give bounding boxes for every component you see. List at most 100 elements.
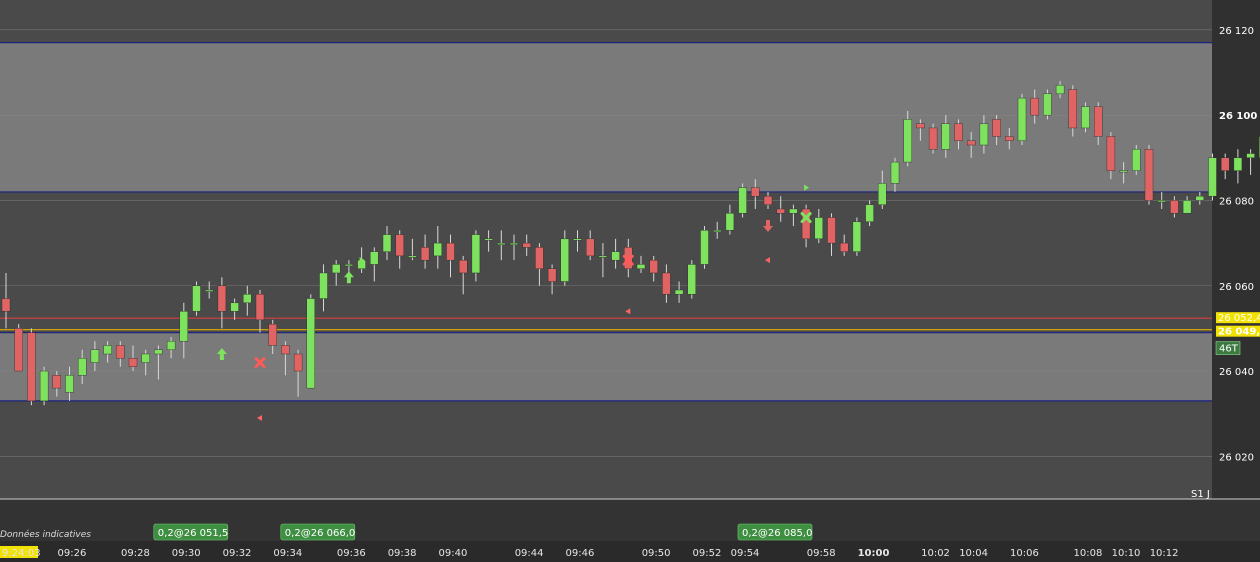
candle-body[interactable] <box>103 345 112 355</box>
candle-body[interactable] <box>116 345 125 359</box>
candle-body[interactable] <box>1043 93 1052 116</box>
candle-body[interactable] <box>751 187 760 197</box>
candle-body[interactable] <box>1068 89 1078 129</box>
candle-body[interactable] <box>890 161 900 184</box>
candle-body[interactable] <box>763 195 773 205</box>
candle-body[interactable] <box>243 294 252 304</box>
candle-body[interactable] <box>1170 200 1179 214</box>
candle-body[interactable] <box>128 358 138 367</box>
candle-body[interactable] <box>230 302 239 312</box>
candle-body[interactable] <box>776 208 785 214</box>
trading-chart[interactable]: 26 020 26 040 26 060 26 080 26 100 26 120 26 0… <box>0 0 1260 562</box>
candle-body[interactable] <box>662 272 671 295</box>
candlestick-chart-svg[interactable]: 26 020 26 040 26 060 26 080 26 100 26 120 26 0… <box>0 0 1260 562</box>
candle-body[interactable] <box>547 268 557 282</box>
candle-body[interactable] <box>497 242 506 245</box>
candle-body[interactable] <box>1233 157 1243 171</box>
candle-body[interactable] <box>1220 157 1230 171</box>
candle-body[interactable] <box>725 213 735 231</box>
candle-body[interactable] <box>967 140 976 146</box>
candle-body[interactable] <box>281 345 290 355</box>
candle-body[interactable] <box>1081 106 1090 129</box>
candle-body[interactable] <box>192 285 201 312</box>
candle-body[interactable] <box>674 289 684 295</box>
candle-body[interactable] <box>1132 149 1141 171</box>
candle-body[interactable] <box>1208 157 1217 197</box>
candle-body[interactable] <box>1055 85 1065 95</box>
x-tick-label: 09:26 <box>58 548 87 559</box>
candle-body[interactable] <box>687 264 696 295</box>
candle-body[interactable] <box>293 353 303 372</box>
candle-body[interactable] <box>27 332 36 402</box>
candle-body[interactable] <box>332 264 341 274</box>
candle-body[interactable] <box>649 259 658 274</box>
candle-body[interactable] <box>370 251 379 265</box>
candle-body[interactable] <box>979 123 989 146</box>
candle-body[interactable] <box>459 259 468 274</box>
x-tick-label: 10:08 <box>1074 548 1103 559</box>
candle-body[interactable] <box>636 264 646 269</box>
candle-body[interactable] <box>852 221 862 252</box>
candle-body[interactable] <box>39 370 49 402</box>
candle-body[interactable] <box>992 119 1001 137</box>
candle-body[interactable] <box>535 247 544 269</box>
candle-body[interactable] <box>865 204 874 222</box>
candle-body[interactable] <box>1 298 11 312</box>
candle-body[interactable] <box>522 242 531 248</box>
candle-body[interactable] <box>560 238 569 282</box>
candle-body[interactable] <box>1157 200 1166 203</box>
candle-body[interactable] <box>166 340 176 350</box>
candle-body[interactable] <box>484 238 493 241</box>
candle-body[interactable] <box>255 294 265 321</box>
candle-body[interactable] <box>1119 170 1128 173</box>
candle-body[interactable] <box>1005 136 1014 141</box>
candle-body[interactable] <box>713 230 722 233</box>
candle-body[interactable] <box>408 255 417 258</box>
candle-body[interactable] <box>77 358 87 376</box>
candle-body[interactable] <box>268 323 277 346</box>
candle-body[interactable] <box>509 242 519 245</box>
candle-body[interactable] <box>319 272 328 299</box>
candle-body[interactable] <box>306 298 315 389</box>
candle-body[interactable] <box>598 255 608 258</box>
candle-body[interactable] <box>204 289 214 292</box>
candle-body[interactable] <box>928 127 938 150</box>
candle-body[interactable] <box>1030 97 1039 116</box>
candle-body[interactable] <box>878 183 887 205</box>
candle-body[interactable] <box>903 119 912 163</box>
candle-body[interactable] <box>1182 200 1192 214</box>
candle-body[interactable] <box>154 349 163 355</box>
candle-body[interactable] <box>420 247 430 261</box>
candle-body[interactable] <box>344 264 354 267</box>
candle-body[interactable] <box>789 208 798 214</box>
candle-body[interactable] <box>90 349 100 363</box>
candle-body[interactable] <box>1195 195 1205 201</box>
candle-body[interactable] <box>840 242 849 252</box>
candle-body[interactable] <box>433 242 442 257</box>
candle-body[interactable] <box>1144 149 1154 201</box>
candle-body[interactable] <box>1246 153 1255 159</box>
candle-body[interactable] <box>1106 136 1116 171</box>
candle-body[interactable] <box>586 238 595 257</box>
candle-body[interactable] <box>471 234 481 274</box>
candle-body[interactable] <box>827 217 836 244</box>
candle-body[interactable] <box>65 375 74 393</box>
candle-body[interactable] <box>573 238 582 241</box>
candle-body[interactable] <box>916 123 925 129</box>
candle-body[interactable] <box>611 251 620 261</box>
candle-body[interactable] <box>814 217 823 240</box>
candle-body[interactable] <box>52 375 61 389</box>
candle-body[interactable] <box>1093 106 1103 137</box>
candle-body[interactable] <box>941 123 950 150</box>
candle-body[interactable] <box>179 311 189 342</box>
candle-body[interactable] <box>14 328 23 372</box>
candle-body[interactable] <box>700 230 709 265</box>
candle-body[interactable] <box>954 123 963 141</box>
candle-body[interactable] <box>395 234 404 257</box>
candle-body[interactable] <box>382 234 392 252</box>
candle-body[interactable] <box>446 242 455 261</box>
candle-body[interactable] <box>141 353 150 363</box>
candle-body[interactable] <box>1017 97 1027 141</box>
candle-body[interactable] <box>738 187 747 214</box>
candle-body[interactable] <box>217 285 227 312</box>
